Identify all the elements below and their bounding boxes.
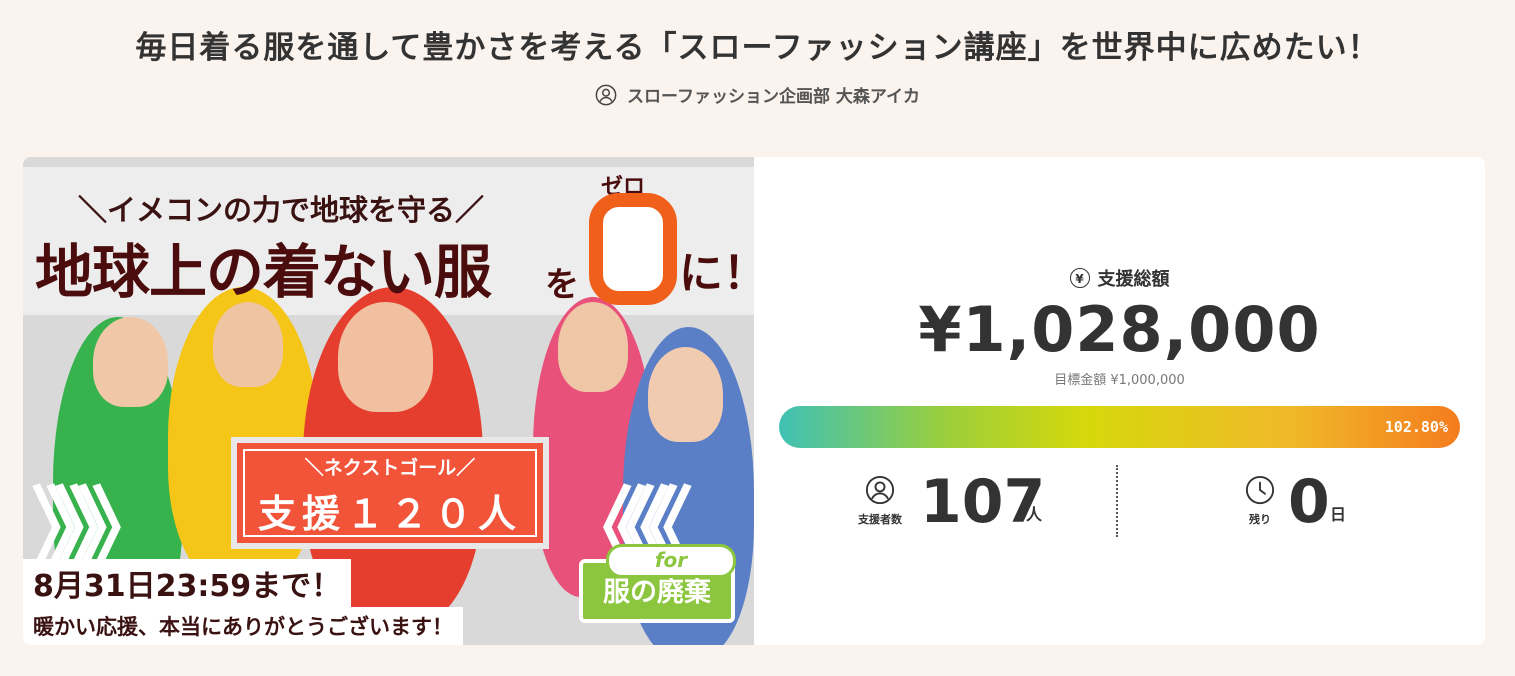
- person-face: [648, 347, 723, 442]
- hero-headline: 地球上の着ない服: [35, 238, 492, 306]
- progress-percent: 102.80%: [1384, 418, 1448, 436]
- person-face: [93, 317, 168, 407]
- remaining-icon-wrap: 残り: [1238, 475, 1282, 527]
- supporters-icon-wrap: 支援者数: [858, 475, 902, 527]
- person-face: [338, 302, 433, 412]
- user-circle-icon: [865, 475, 895, 505]
- next-goal-value: 支援１２０人: [257, 492, 522, 536]
- hero-particle-ni: に！: [679, 248, 754, 299]
- owner-name[interactable]: スローファッション企画部 大森アイカ: [627, 82, 920, 107]
- project-owner[interactable]: スローファッション企画部 大森アイカ: [0, 82, 1515, 107]
- progress-bar: 102.80%: [779, 406, 1460, 448]
- for-badge: for: [606, 544, 736, 578]
- supporters-unit: 人: [1026, 505, 1043, 524]
- total-label-text: 支援総額: [1097, 269, 1170, 290]
- funding-stats-card: ¥ 支援総額 ¥1,028,000 目標金額 ¥1,000,000 102.80…: [754, 157, 1485, 645]
- person-face: [558, 302, 628, 392]
- next-goal-box: ＼ネクストゴール／ 支援１２０人: [231, 437, 549, 549]
- deadline-banner: 8月31日23:59まで！: [23, 559, 352, 607]
- remaining-unit: 日: [1330, 505, 1347, 524]
- total-amount: ¥1,028,000: [918, 293, 1321, 366]
- remaining-count: 0: [1288, 467, 1330, 537]
- clock-icon: [1245, 475, 1275, 505]
- remaining-caption: 残り: [1249, 513, 1271, 526]
- user-circle-icon: [595, 84, 617, 105]
- total-label: ¥ 支援総額: [754, 265, 1485, 291]
- supporters-caption: 支援者数: [858, 513, 902, 526]
- zero-graphic: [589, 193, 677, 305]
- stats-divider: [1116, 465, 1118, 537]
- page-title: 毎日着る服を通して豊かさを考える「スローファッション講座」を世界中に広めたい！: [135, 30, 1380, 66]
- project-hero-image: ＼イメコンの力で地球を守る／ 地球上の着ない服 を ゼロ に！ 》》》 《《《 …: [23, 157, 754, 645]
- hero-particle: を: [545, 265, 579, 305]
- next-goal-label: ＼ネクストゴール／: [304, 457, 476, 479]
- goal-amount: 目標金額 ¥1,000,000: [1054, 373, 1185, 388]
- thanks-banner: 暖かい応援、本当にありがとうございます！: [23, 607, 463, 645]
- hero-tagline: ＼イメコンの力で地球を守る／: [78, 193, 485, 227]
- person-face: [213, 302, 283, 387]
- yen-circle-icon: ¥: [1069, 268, 1090, 288]
